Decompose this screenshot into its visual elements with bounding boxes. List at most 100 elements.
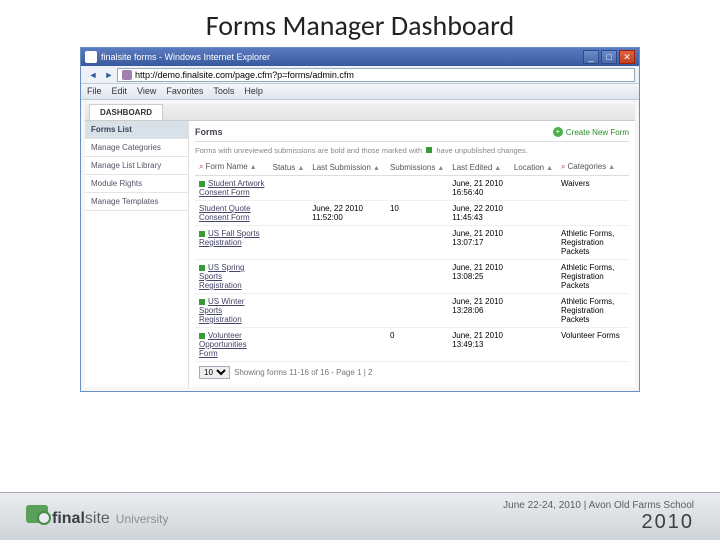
form-link[interactable]: US Winter Sports Registration [199,297,244,324]
menu-edit[interactable]: Edit [112,86,128,97]
footer-year: 2010 [503,511,694,534]
page-content: DASHBOARD Forms ListManage CategoriesMan… [81,100,639,391]
sidebar-item[interactable]: Forms List [85,121,188,139]
flag-icon [199,231,205,237]
forms-table: ⌕Form Name▲Status▲Last Submission▲Submis… [195,159,629,362]
submissions-count: 10 [386,201,448,226]
university-text: University [116,512,169,526]
sidebar-item[interactable]: Manage Categories [85,139,188,157]
location-cell [510,294,557,328]
browser-window: finalsite forms - Windows Internet Explo… [80,47,640,392]
table-row: US Winter Sports Registration June, 21 20… [195,294,629,328]
last-edited: June, 21 2010 13:28:06 [448,294,510,328]
location-cell [510,226,557,260]
menu-file[interactable]: File [87,86,102,97]
sort-icon: ▲ [437,165,444,172]
table-row: Student Quote Consent Form June, 22 2010 … [195,201,629,226]
column-header[interactable]: Location▲ [510,159,557,176]
minimize-button[interactable]: _ [583,50,599,64]
sort-icon: ▲ [297,165,304,172]
sidebar: Forms ListManage CategoriesManage List L… [85,121,189,387]
table-row: Student Artwork Consent Form June, 21 201… [195,176,629,201]
location-cell [510,201,557,226]
column-header[interactable]: ⌕Form Name▲ [195,159,269,176]
menu-favorites[interactable]: Favorites [166,86,203,97]
location-cell [510,176,557,201]
hint-text: Forms with unreviewed submissions are bo… [195,142,629,159]
table-row: Volunteer Opportunities Form 0June, 21 20… [195,328,629,362]
sort-icon: ▲ [608,164,615,171]
search-icon: ⌕ [199,162,203,171]
page-size-select[interactable]: 10 [199,366,230,379]
submissions-count [386,294,448,328]
submissions-count [386,176,448,201]
submissions-count [386,260,448,294]
categories-cell [557,201,629,226]
create-new-form-button[interactable]: + Create New Form [553,127,629,137]
form-link[interactable]: US Fall Sports Registration [199,229,260,247]
pager: 10 Showing forms 11-16 of 16 - Page 1 | … [195,362,629,383]
plus-icon: + [553,127,563,137]
forward-button[interactable]: ► [101,68,117,82]
window-favicon [85,51,97,63]
last-edited: June, 22 2010 11:45:43 [448,201,510,226]
last-submission [308,328,386,362]
flag-icon [199,181,205,187]
column-header[interactable]: Last Edited▲ [448,159,510,176]
sidebar-item[interactable]: Manage Templates [85,193,188,211]
footer-date: June 22-24, 2010 | Avon Old Farms School [503,500,694,511]
close-button[interactable]: ✕ [619,50,635,64]
sidebar-item[interactable]: Manage List Library [85,157,188,175]
categories-cell: Athletic Forms, Registration Packets [557,226,629,260]
location-cell [510,328,557,362]
table-row: US Spring Sports Registration June, 21 20… [195,260,629,294]
site-favicon [122,70,132,80]
sort-icon: ▲ [250,164,257,171]
categories-cell: Athletic Forms, Registration Packets [557,294,629,328]
submissions-count [386,226,448,260]
form-link[interactable]: US Spring Sports Registration [199,263,244,290]
column-header[interactable]: ⌕Categories▲ [557,159,629,176]
last-edited: June, 21 2010 13:08:25 [448,260,510,294]
flag-icon [199,333,205,339]
categories-cell: Volunteer Forms [557,328,629,362]
menu-tools[interactable]: Tools [213,86,234,97]
maximize-button[interactable]: □ [601,50,617,64]
forms-panel: Forms + Create New Form Forms with unrev… [189,121,635,387]
form-link[interactable]: Student Artwork Consent Form [199,179,264,197]
sort-icon: ▲ [494,165,501,172]
slide-title: Forms Manager Dashboard [0,0,720,47]
submissions-count: 0 [386,328,448,362]
last-edited: June, 21 2010 13:49:13 [448,328,510,362]
last-edited: June, 21 2010 13:07:17 [448,226,510,260]
menu-help[interactable]: Help [244,86,263,97]
flag-icon [199,265,205,271]
sort-icon: ▲ [546,165,553,172]
last-submission [308,294,386,328]
last-edited: June, 21 2010 16:56:40 [448,176,510,201]
form-link[interactable]: Volunteer Opportunities Form [199,331,247,358]
address-bar-row: ◄ ► http://demo.finalsite.com/page.cfm?p… [81,66,639,84]
column-header[interactable]: Status▲ [269,159,309,176]
column-header[interactable]: Last Submission▲ [308,159,386,176]
sort-icon: ▲ [373,165,380,172]
last-submission [308,226,386,260]
flag-icon [426,147,432,153]
url-text: http://demo.finalsite.com/page.cfm?p=for… [135,70,354,80]
address-bar[interactable]: http://demo.finalsite.com/page.cfm?p=for… [117,68,635,82]
titlebar: finalsite forms - Windows Internet Explo… [81,48,639,66]
form-link[interactable]: Student Quote Consent Form [199,204,251,222]
window-title: finalsite forms - Windows Internet Explo… [101,52,583,62]
location-cell [510,260,557,294]
back-button[interactable]: ◄ [85,68,101,82]
pager-text: Showing forms 11-16 of 16 - Page 1 | 2 [234,368,372,377]
slide-footer: finalsite University June 22-24, 2010 | … [0,492,720,540]
column-header[interactable]: Submissions▲ [386,159,448,176]
tab-dashboard[interactable]: DASHBOARD [89,104,163,120]
finalsite-logo: finalsite University [26,505,168,528]
panel-title: Forms [195,127,223,137]
sidebar-item[interactable]: Module Rights [85,175,188,193]
menu-view[interactable]: View [137,86,156,97]
create-label: Create New Form [566,128,629,137]
categories-cell: Waivers [557,176,629,201]
